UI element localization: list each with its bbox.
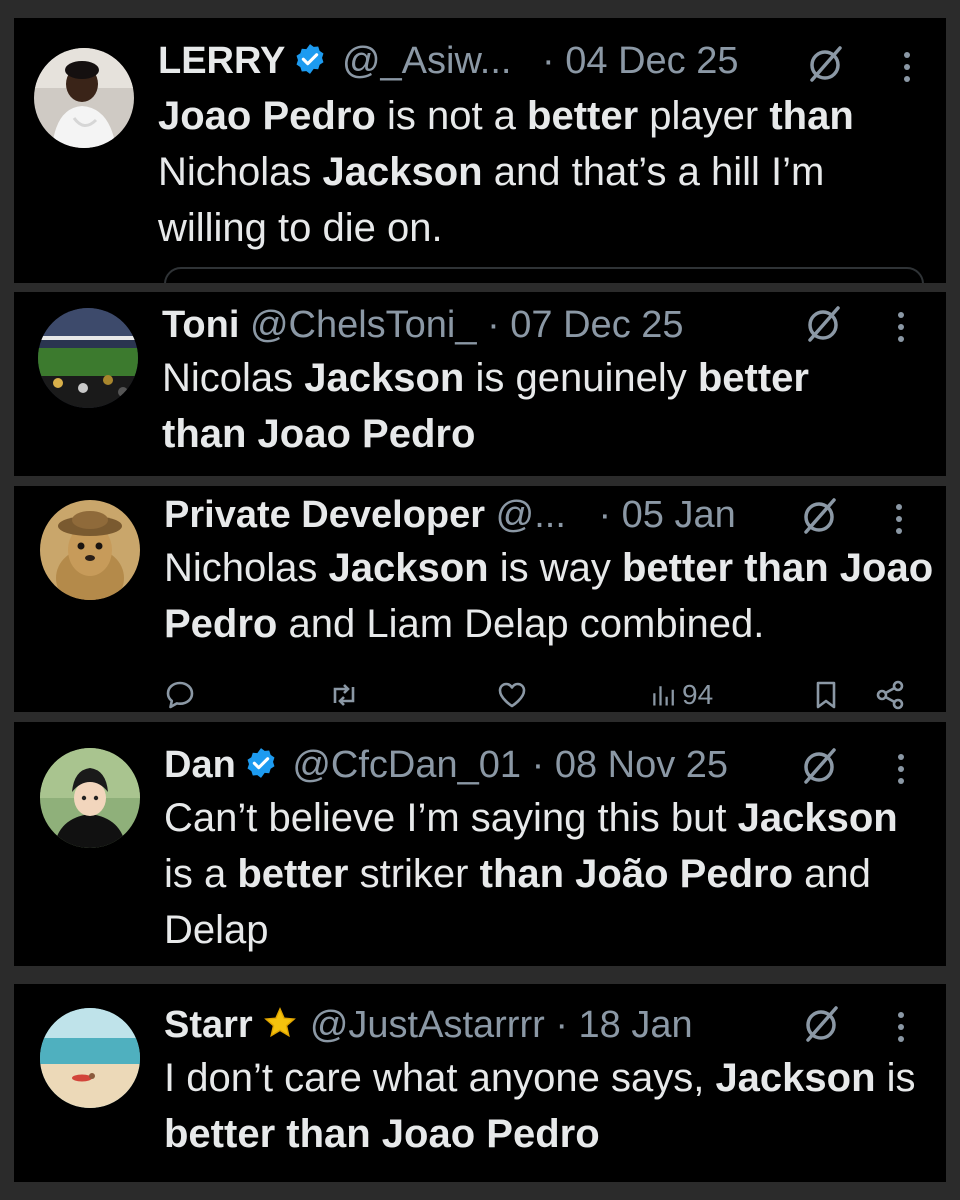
- tweet-header: Dan @CfcDan_01 · 08 Nov 25: [164, 742, 728, 788]
- bookmark-icon: [816, 681, 836, 709]
- tweet-date[interactable]: · 08 Nov 25: [532, 744, 728, 786]
- tweet-text-bold: better: [527, 94, 639, 138]
- verified-badge-icon: [244, 746, 278, 780]
- avatar[interactable]: [40, 748, 140, 848]
- user-handle[interactable]: @_Asiw...: [342, 40, 512, 82]
- tweet-text-bold: than: [769, 94, 854, 138]
- tweet-actions: 94: [164, 672, 926, 712]
- tweet-card-starr[interactable]: Starr @JustAstarrrr · 18 Jan I don’t car…: [14, 984, 946, 1182]
- tweet-text-bold: better: [237, 852, 349, 896]
- display-name[interactable]: Toni: [162, 304, 239, 346]
- grok-icon[interactable]: [806, 44, 846, 84]
- repost-icon: [333, 684, 355, 706]
- tweet-text: Nicholas Jackson is way better than Joao…: [164, 540, 934, 652]
- quoted-tweet-card[interactable]: [164, 267, 924, 283]
- tweet-text-run: is not a: [375, 94, 528, 138]
- share-button[interactable]: [874, 672, 906, 712]
- tweet-text-bold: Jackson: [715, 1056, 876, 1100]
- tweet-date[interactable]: · 07 Dec 25: [487, 304, 683, 346]
- user-handle[interactable]: @...: [496, 494, 566, 536]
- avatar[interactable]: [38, 308, 138, 408]
- heart-icon: [498, 682, 526, 708]
- tweet-text-bold: Joao Pedro: [158, 94, 376, 138]
- verified-badge-icon: [293, 42, 327, 76]
- tweet-text-bold: Jackson: [322, 150, 483, 194]
- grok-icon[interactable]: [800, 496, 840, 536]
- tweet-card-lerry[interactable]: LERRY @_Asiw... · 04 Dec 25 Joao Pedro i…: [14, 18, 946, 283]
- tweet-header: Starr @JustAstarrrr · 18 Jan: [164, 1002, 693, 1048]
- user-handle[interactable]: @ChelsToni_: [250, 304, 477, 346]
- more-options-icon[interactable]: [902, 52, 912, 86]
- grok-icon[interactable]: [800, 746, 840, 786]
- tweet-text-run: Nicholas: [158, 150, 323, 194]
- share-icon: [876, 680, 904, 710]
- star-emoji-icon: [263, 1006, 297, 1040]
- tweet-date[interactable]: · 05 Jan: [598, 494, 735, 536]
- tweet-date[interactable]: · 04 Dec 25: [542, 40, 738, 82]
- tweet-date[interactable]: · 18 Jan: [555, 1004, 692, 1046]
- tweet-text-run: is genuinely: [464, 356, 698, 400]
- tweet-text-run: is a: [164, 852, 238, 896]
- tweet-text-run: striker: [348, 852, 480, 896]
- tweet-text-bold: better than Joao Pedro: [164, 1112, 600, 1156]
- user-handle[interactable]: @JustAstarrrr: [310, 1004, 545, 1046]
- tweet-text-bold: Jackson: [737, 796, 898, 840]
- tweet-text-bold: than João Pedro: [479, 852, 794, 896]
- reply-icon: [166, 681, 194, 709]
- tweet-header: Private Developer @... · 05 Jan: [164, 492, 736, 538]
- bookmark-button[interactable]: [810, 672, 842, 712]
- grok-icon[interactable]: [802, 1004, 842, 1044]
- avatar[interactable]: [40, 500, 140, 600]
- avatar[interactable]: [34, 48, 134, 148]
- tweet-text-run: Nicolas: [162, 356, 305, 400]
- tweet-text: Joao Pedro is not a better player than N…: [158, 88, 928, 256]
- avatar[interactable]: [40, 1008, 140, 1108]
- tweet-text: Nicolas Jackson is genuinely better than…: [162, 350, 902, 462]
- user-handle[interactable]: @CfcDan_01: [292, 744, 521, 786]
- tweet-text-run: is way: [488, 546, 622, 590]
- display-name[interactable]: Private Developer: [164, 494, 485, 536]
- views-button[interactable]: 94: [650, 672, 713, 712]
- more-options-icon[interactable]: [896, 312, 906, 346]
- display-name[interactable]: Dan: [164, 744, 236, 786]
- views-chart-icon: [653, 686, 674, 706]
- tweet-card-private-developer[interactable]: Private Developer @... · 05 Jan Nicholas…: [14, 486, 946, 712]
- tweet-header: LERRY @_Asiw... · 04 Dec 25: [158, 38, 738, 84]
- tweet-text: Can’t believe I’m saying this but Jackso…: [164, 790, 904, 958]
- tweet-text-bold: Jackson: [304, 356, 465, 400]
- tweet-text-run: I don’t care what anyone says,: [164, 1056, 716, 1100]
- more-options-icon[interactable]: [896, 754, 906, 788]
- tweet-text-run: and Liam Delap combined.: [277, 602, 765, 646]
- tweet-header: Toni @ChelsToni_ · 07 Dec 25: [162, 302, 684, 348]
- tweet-text-run: player: [638, 94, 770, 138]
- tweet-card-dan[interactable]: Dan @CfcDan_01 · 08 Nov 25 Can’t believe…: [14, 722, 946, 966]
- tweet-text-run: is: [875, 1056, 916, 1100]
- repost-button[interactable]: [328, 672, 360, 712]
- tweet-card-toni[interactable]: Toni @ChelsToni_ · 07 Dec 25 Nicolas Jac…: [14, 292, 946, 476]
- tweet-text-bold: Jackson: [328, 546, 489, 590]
- display-name[interactable]: Starr: [164, 1004, 253, 1046]
- more-options-icon[interactable]: [894, 504, 904, 538]
- grok-icon[interactable]: [804, 304, 844, 344]
- display-name[interactable]: LERRY: [158, 40, 285, 82]
- tweet-text: I don’t care what anyone says, Jackson i…: [164, 1050, 929, 1162]
- more-options-icon[interactable]: [896, 1012, 906, 1046]
- tweet-text-run: Can’t believe I’m saying this but: [164, 796, 738, 840]
- tweet-text-run: Nicholas: [164, 546, 329, 590]
- reply-button[interactable]: [164, 672, 196, 712]
- like-button[interactable]: [496, 672, 528, 712]
- views-count: 94: [682, 679, 714, 710]
